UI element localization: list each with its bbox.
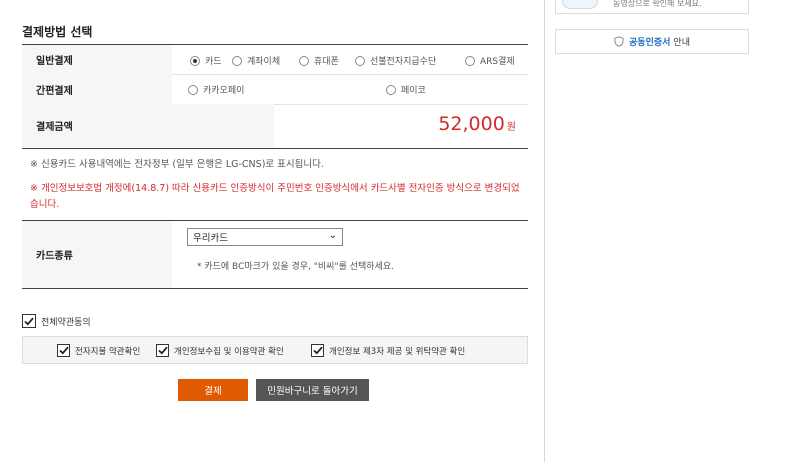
- general-payment-label: 일반결제: [22, 45, 172, 74]
- radio-icon: [188, 84, 198, 95]
- agree-all-checkbox[interactable]: [22, 314, 36, 328]
- chevron-down-icon: ⌄: [328, 230, 337, 241]
- radio-selected-icon: [190, 55, 200, 66]
- agree-item-privacy-collection[interactable]: 개인정보수집 및 이용약관 확인: [156, 344, 284, 357]
- certificate-emphasis: 공동인증서: [629, 38, 671, 48]
- radio-icon: [232, 55, 242, 66]
- video-guide-banner[interactable]: 동영상으로 확인해 보세요.: [555, 0, 749, 14]
- radio-icon: [465, 55, 475, 66]
- back-to-basket-button[interactable]: 민원바구니로 돌아가기: [256, 379, 369, 401]
- agree-all[interactable]: 전체약관동의: [22, 314, 91, 328]
- amount-value: 52,000 원: [438, 113, 516, 135]
- certificate-guide-text: 안내: [673, 38, 690, 48]
- radio-icon: [386, 84, 396, 95]
- agree-item-checkbox[interactable]: [57, 344, 70, 357]
- certificate-guide-button[interactable]: 공동인증서 안내: [555, 29, 749, 54]
- agree-item-checkbox[interactable]: [156, 344, 169, 357]
- shield-icon: [614, 36, 624, 47]
- section-title: 결제방법 선택: [22, 25, 93, 39]
- radio-card[interactable]: 카드: [190, 54, 222, 67]
- card-type-label: 카드종류: [22, 221, 172, 288]
- agree-all-label: 전체약관동의: [41, 317, 91, 328]
- agree-item-payment-terms[interactable]: 전자지불 약관확인: [57, 344, 140, 357]
- card-bc-note: * 카드에 BC마크가 있을 경우, "비씨"를 선택하세요.: [197, 262, 395, 272]
- column-divider: [544, 0, 545, 462]
- agreement-list: 전자지불 약관확인 개인정보수집 및 이용약관 확인 개인정보 제3자 제공 및…: [22, 336, 528, 364]
- payment-method-table: 일반결제 카드 계좌이체 휴대폰 선불전자지급수단 ARS결제 간편결제 카카오…: [22, 44, 528, 149]
- check-icon: [58, 346, 69, 355]
- radio-mobile[interactable]: 휴대폰: [299, 54, 339, 67]
- check-icon: [157, 346, 168, 355]
- check-icon: [312, 346, 323, 355]
- radio-kakaopay[interactable]: 카카오페이: [188, 83, 244, 96]
- video-guide-text: 동영상으로 확인해 보세요.: [613, 0, 702, 8]
- statement-note: ※ 신용카드 사용내역에는 전자정부 (일부 은행은 LG-CNS)로 표시됩니…: [30, 159, 324, 170]
- general-payment-row: 일반결제 카드 계좌이체 휴대폰 선불전자지급수단 ARS결제: [22, 45, 528, 75]
- agree-item-third-party[interactable]: 개인정보 제3자 제공 및 위탁약관 확인: [311, 344, 465, 357]
- simple-payment-label: 간편결제: [22, 74, 172, 104]
- check-icon: [24, 317, 34, 326]
- radio-payco[interactable]: 페이코: [386, 83, 426, 96]
- simple-payment-row: 간편결제 카카오페이 페이코: [22, 74, 528, 105]
- pay-button[interactable]: 결제: [178, 379, 248, 401]
- agree-item-checkbox[interactable]: [311, 344, 324, 357]
- card-type-select[interactable]: 우리카드 ⌄: [187, 228, 343, 246]
- radio-prepaid[interactable]: 선불전자지급수단: [355, 54, 436, 67]
- privacy-law-note: ※ 개인정보보호법 개정에(14.8.7) 따라 신용카드 인증방식이 주민번호…: [30, 183, 520, 210]
- radio-icon: [299, 55, 309, 66]
- radio-icon: [355, 55, 365, 66]
- amount-row: 결제금액 52,000 원: [22, 104, 528, 147]
- amount-label: 결제금액: [22, 104, 274, 147]
- card-type-selected: 우리카드: [193, 233, 228, 244]
- radio-bank-transfer[interactable]: 계좌이체: [232, 54, 280, 67]
- video-thumbnail-icon: [562, 0, 598, 9]
- card-type-table: 카드종류 우리카드 ⌄ * 카드에 BC마크가 있을 경우, "비씨"를 선택하…: [22, 220, 528, 289]
- radio-ars[interactable]: ARS결제: [465, 54, 515, 67]
